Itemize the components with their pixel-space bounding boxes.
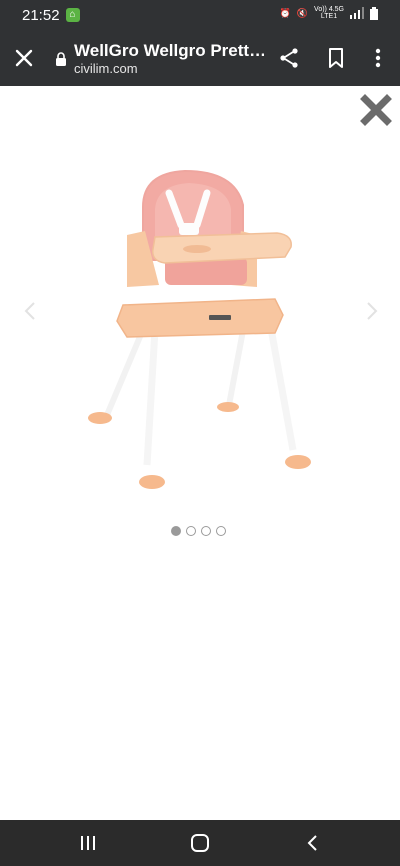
carousel-indicator xyxy=(171,526,226,536)
mute-icon: 🔇 xyxy=(296,7,309,18)
carousel-dot[interactable] xyxy=(216,526,226,536)
carousel-dot[interactable] xyxy=(186,526,196,536)
recents-icon[interactable] xyxy=(77,832,99,854)
chevron-left-icon[interactable] xyxy=(22,300,38,322)
carousel-dot[interactable] xyxy=(171,526,181,536)
status-bar: 21:52 ⌂ ⏰ 🔇 Vo)) 4.5G LTE1 xyxy=(0,0,400,30)
close-icon[interactable] xyxy=(12,46,36,70)
lock-icon xyxy=(56,52,66,66)
home-icon[interactable] xyxy=(189,832,211,854)
back-icon[interactable] xyxy=(302,832,324,854)
status-icons: ⏰ 🔇 Vo)) 4.5G LTE1 xyxy=(280,6,378,20)
page-title[interactable]: WellGro Wellgro Prett… xyxy=(74,41,264,61)
close-icon[interactable] xyxy=(360,94,392,126)
bookmark-icon[interactable] xyxy=(324,46,348,70)
network-type: Vo)) 4.5G xyxy=(314,6,344,13)
signal-icon xyxy=(350,7,364,19)
alarm-icon: ⏰ xyxy=(279,7,291,18)
status-time: 21:52 xyxy=(22,6,60,24)
battery-icon xyxy=(370,6,378,20)
page-url[interactable]: civilim.com xyxy=(74,61,138,76)
share-icon[interactable] xyxy=(277,46,301,70)
network-label: Vo)) 4.5G LTE1 xyxy=(314,6,344,20)
carousel-dot[interactable] xyxy=(201,526,211,536)
browser-toolbar: WellGro Wellgro Prett… civilim.com xyxy=(0,30,400,86)
more-vert-icon[interactable] xyxy=(366,46,390,70)
network-sim: LTE1 xyxy=(320,13,338,20)
navigation-bar xyxy=(0,820,400,866)
notification-app-icon: ⌂ xyxy=(65,8,80,22)
chevron-right-icon[interactable] xyxy=(364,300,380,322)
product-image[interactable] xyxy=(85,165,317,490)
